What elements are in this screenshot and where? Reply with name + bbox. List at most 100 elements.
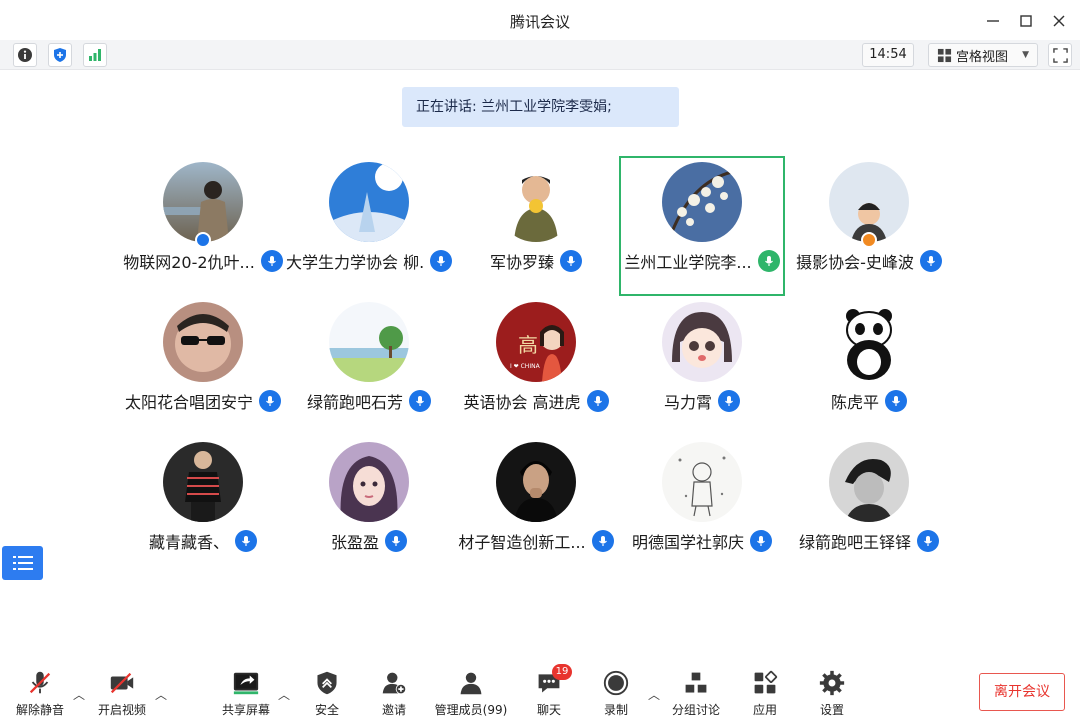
avatar (829, 442, 909, 522)
participant-tile[interactable]: 物联网20-2仇叶... (120, 156, 286, 296)
participant-tile[interactable]: 太阳花合唱团安宁 (120, 296, 286, 436)
list-icon (12, 556, 33, 570)
avatar-text: 高 (518, 333, 538, 357)
microphone-icon (235, 530, 257, 552)
close-button[interactable] (1046, 8, 1072, 34)
record-icon (601, 668, 631, 698)
microphone-speaking-icon (757, 250, 780, 272)
participant-tile[interactable]: 明德国学社郭庆 (619, 436, 785, 576)
microphone-icon (586, 390, 609, 412)
add-user-icon (379, 668, 409, 698)
participant-name: 兰州工业学院李... (624, 253, 752, 272)
participant-tile[interactable]: 高 I ❤ CHINA 英语协会 高进虎 (453, 296, 619, 436)
avatar (829, 162, 909, 242)
avatar (496, 162, 576, 242)
settings-button[interactable]: 设置 (797, 668, 867, 720)
participant-name: 藏青藏香、 (148, 533, 229, 552)
fullscreen-button[interactable] (1048, 43, 1072, 67)
apps-button[interactable]: 应用 (730, 668, 800, 720)
participant-name: 大学生力学协会 柳... (286, 253, 424, 272)
microphone-icon (259, 390, 281, 412)
share-options-chevron-icon[interactable]: ︿ (278, 686, 290, 703)
audio-options-chevron-icon[interactable]: ︿ (73, 686, 85, 703)
avatar (662, 442, 742, 522)
avatar (163, 162, 243, 242)
settings-label: 设置 (819, 703, 844, 717)
title-bar: 腾讯会议 (0, 0, 1080, 40)
manage-members-button[interactable]: 管理成员(99) (431, 668, 511, 720)
start-video-button[interactable]: 开启视频 (87, 668, 157, 720)
chat-label: 聊天 (536, 703, 561, 717)
apps-icon (750, 668, 780, 698)
invite-label: 邀请 (381, 703, 406, 717)
security-status-button[interactable] (48, 43, 72, 67)
participant-name: 材子智造创新工... (458, 533, 586, 552)
microphone-icon (260, 250, 283, 272)
avatar (662, 302, 742, 382)
chat-button[interactable]: 19 聊天 (514, 664, 584, 720)
view-mode-dropdown[interactable]: 宫格视图 ▼ (928, 43, 1038, 67)
record-options-chevron-icon[interactable]: ︿ (648, 686, 660, 703)
chat-unread-badge: 19 (552, 664, 572, 680)
share-screen-button[interactable]: 共享屏幕 (211, 668, 281, 720)
microphone-icon (917, 530, 939, 552)
share-screen-label: 共享屏幕 (221, 703, 270, 717)
participant-tile[interactable]: 大学生力学协会 柳... (286, 156, 452, 296)
minimize-button[interactable] (980, 8, 1006, 34)
view-mode-label: 宫格视图 (956, 49, 1009, 65)
record-label: 录制 (603, 703, 628, 717)
participant-name: 陈虎平 (830, 393, 879, 412)
meeting-toolbar: 14:54 宫格视图 ▼ (0, 40, 1080, 70)
microphone-icon (750, 530, 772, 552)
fullscreen-icon (1052, 47, 1068, 63)
chevron-down-icon: ▼ (1022, 50, 1029, 60)
participant-tile[interactable]: 军协罗臻 (453, 156, 619, 296)
participant-tile[interactable]: 材子智造创新工... (453, 436, 619, 576)
microphone-icon (409, 390, 431, 412)
members-icon (456, 668, 486, 698)
participant-tile[interactable]: 马力霄 (619, 296, 785, 436)
microphone-icon (718, 390, 740, 412)
participant-name: 绿箭跑吧王铎铎 (798, 533, 911, 552)
participant-name: 绿箭跑吧石芳 (306, 393, 403, 412)
invite-button[interactable]: 邀请 (359, 668, 429, 720)
avatar: 高 I ❤ CHINA (496, 302, 576, 382)
manage-members-label: 管理成员(99) (434, 703, 508, 717)
grid-view-icon (937, 48, 952, 62)
security-shield-icon (312, 668, 342, 698)
participant-tile[interactable]: 张盈盈 (286, 436, 452, 576)
leave-meeting-button[interactable]: 离开会议 (979, 673, 1065, 711)
participant-tile[interactable]: 绿箭跑吧王铎铎 (786, 436, 952, 576)
participant-name: 摄影协会-史峰波 (796, 253, 914, 272)
minimize-icon (987, 20, 999, 22)
record-button[interactable]: 录制 (581, 668, 651, 720)
video-options-chevron-icon[interactable]: ︿ (155, 686, 167, 703)
participant-tile[interactable]: 藏青藏香、 (120, 436, 286, 576)
share-screen-icon (231, 668, 261, 698)
meeting-control-bar: 解除静音 ︿ 开启视频 ︿ 共享屏幕 ︿ 安全 邀请 管理成员(99) 19 聊… (0, 660, 1080, 725)
avatar (329, 302, 409, 382)
network-status-button[interactable] (83, 43, 107, 67)
participant-tile[interactable]: 陈虎平 (786, 296, 952, 436)
maximize-button[interactable] (1013, 8, 1039, 34)
meeting-info-button[interactable] (13, 43, 37, 67)
member-list-toggle-button[interactable] (2, 546, 43, 580)
microphone-icon (385, 530, 407, 552)
meeting-clock: 14:54 (862, 43, 914, 67)
participant-tile-active-speaker[interactable]: 兰州工业学院李... (619, 156, 785, 296)
breakout-rooms-button[interactable]: 分组讨论 (661, 668, 731, 720)
microphone-icon (885, 390, 907, 412)
cohost-badge-icon (861, 232, 877, 248)
security-button[interactable]: 安全 (292, 668, 362, 720)
apps-label: 应用 (752, 703, 777, 717)
participant-tile[interactable]: 绿箭跑吧石芳 (286, 296, 452, 436)
avatar (163, 302, 243, 382)
unmute-button[interactable]: 解除静音 (5, 668, 75, 720)
microphone-icon (919, 250, 942, 272)
participant-name: 军协罗臻 (489, 253, 554, 272)
host-badge-icon (195, 232, 211, 248)
maximize-icon (1020, 15, 1032, 27)
microphone-icon (591, 530, 614, 552)
participant-tile[interactable]: 摄影协会-史峰波 (786, 156, 952, 296)
avatar (496, 442, 576, 522)
